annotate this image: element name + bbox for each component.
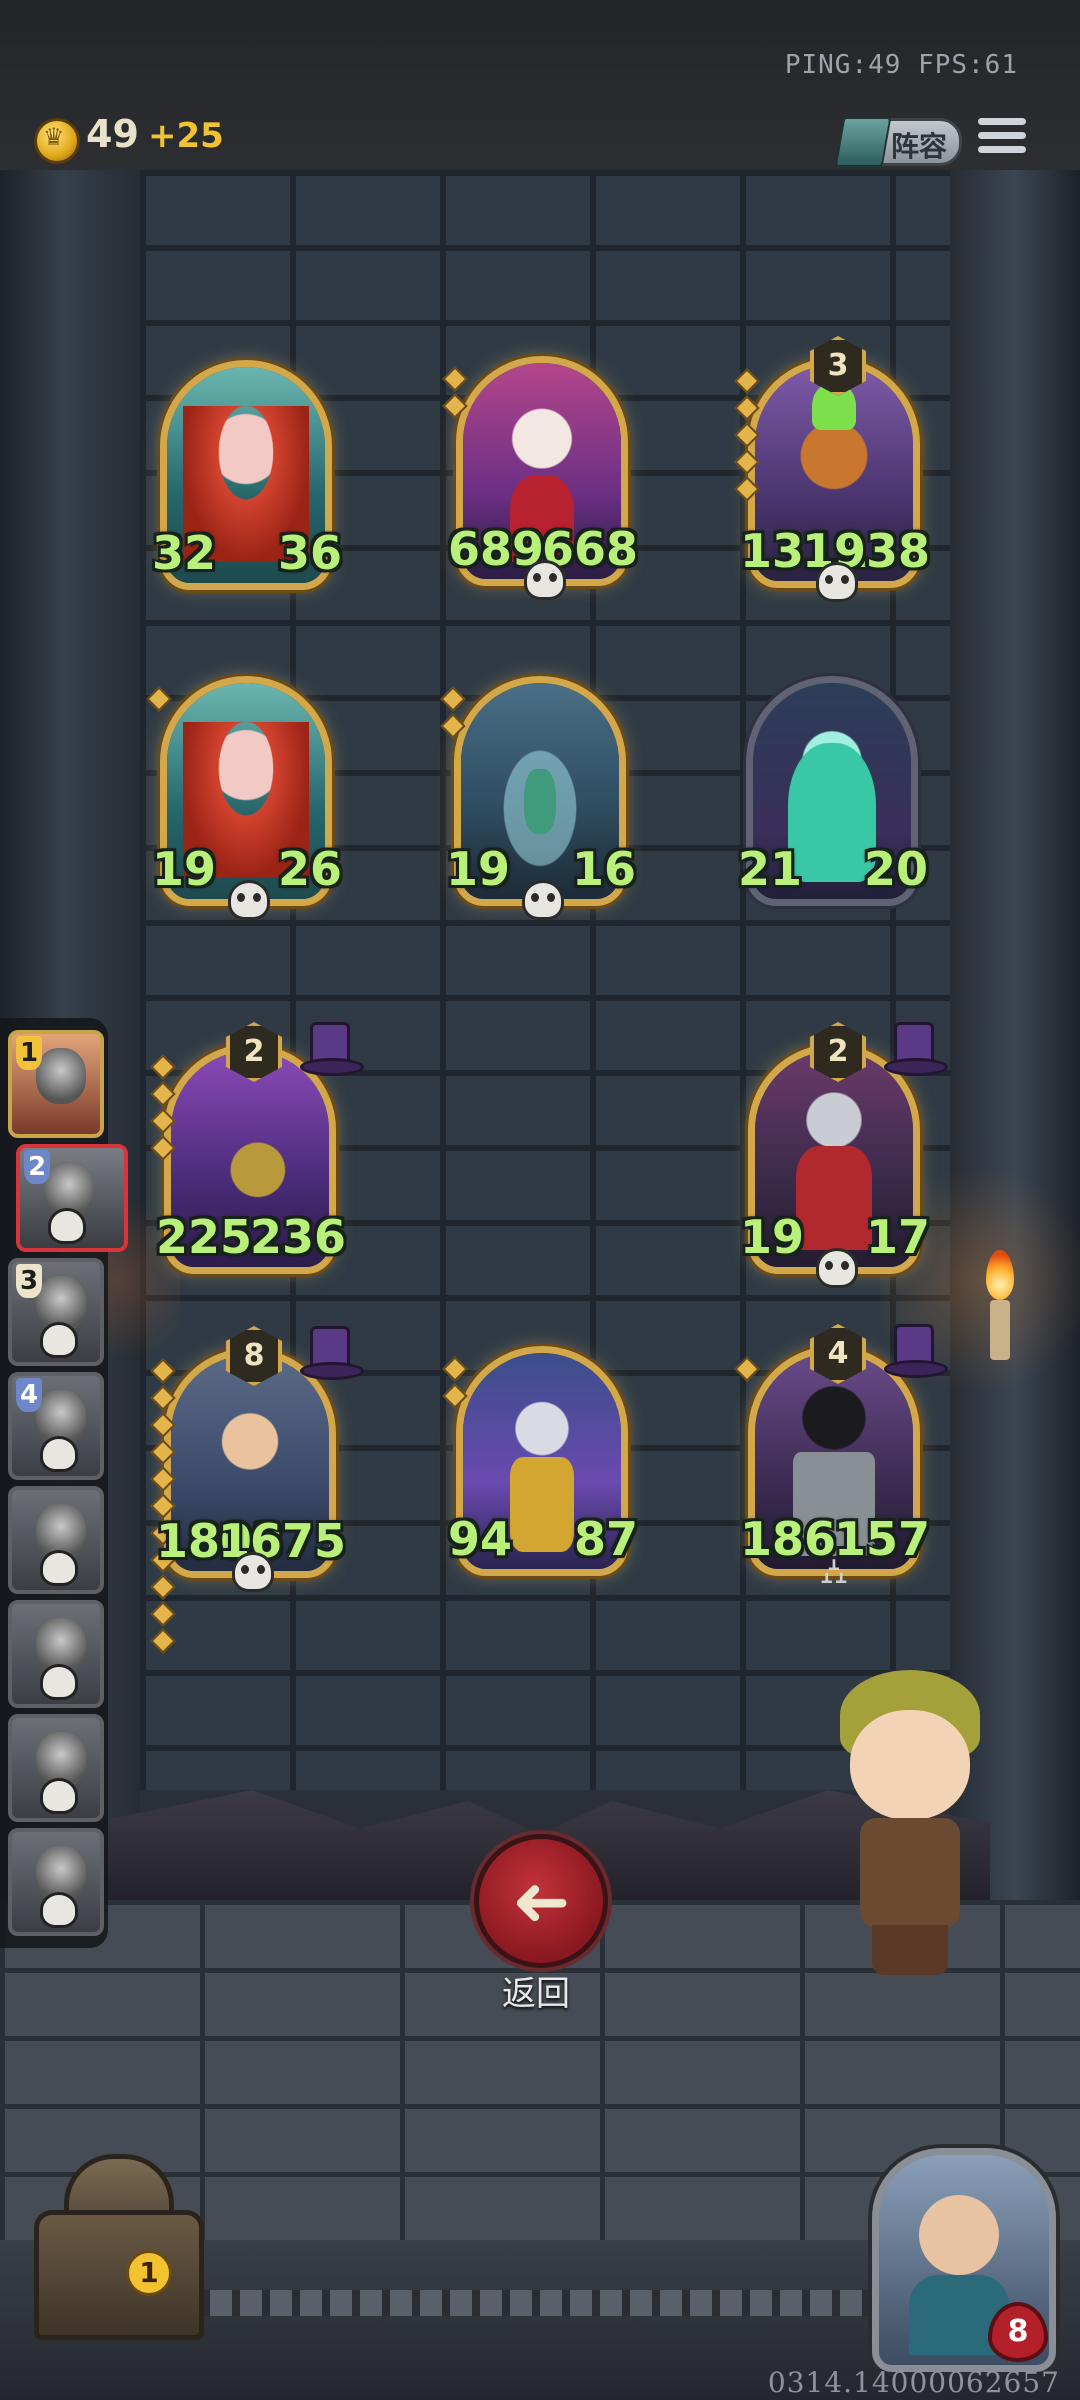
- treasure-chest-button[interactable]: 1: [14, 2150, 214, 2350]
- opponent-slot-8[interactable]: [8, 1828, 104, 1936]
- minion-health: 236: [249, 1210, 346, 1264]
- lineup-label: 阵容: [891, 130, 948, 163]
- minion-card-hooded-knight[interactable]: 2 19 17: [740, 1022, 948, 1288]
- opponent-rank: 3: [16, 1264, 42, 1298]
- build-version: 0314.14000062657: [767, 2366, 1060, 2399]
- ping-fps-readout: PING:49 FPS:61: [784, 50, 1018, 80]
- chest-count-badge: 1: [126, 2250, 172, 2296]
- opponent-list: 1 2 3 4: [0, 1018, 128, 1948]
- minion-health: 87: [573, 1512, 638, 1566]
- minion-card-clown[interactable]: 689 668: [442, 356, 638, 600]
- chain-decoration: [180, 2290, 900, 2316]
- minion-card-shield-bearer[interactable]: 4 186 157 ⛼: [734, 1324, 948, 1592]
- minion-attack: 32: [152, 526, 217, 580]
- wall-torch: [980, 1250, 1020, 1370]
- skull-icon: [40, 1436, 78, 1472]
- buff-pips: [146, 686, 172, 717]
- opponent-slot-1[interactable]: 1: [8, 1030, 104, 1138]
- opponent-slot-2[interactable]: 2: [16, 1144, 128, 1252]
- hamburger-icon: [978, 118, 1026, 125]
- minion-card-pumpkin-golem[interactable]: 3 1311 1938: [734, 336, 930, 602]
- opponent-slot-4[interactable]: 4: [8, 1372, 104, 1480]
- buff-pips: [734, 1356, 760, 1387]
- minion-health: 16: [571, 842, 636, 896]
- skull-icon: [48, 1208, 86, 1244]
- gold-income: +25: [148, 116, 224, 156]
- opponent-slot-5[interactable]: [8, 1486, 104, 1594]
- skull-icon: [40, 1892, 78, 1928]
- arrow-left-icon: ➜: [511, 1860, 571, 1942]
- minion-attack: 225: [156, 1210, 253, 1264]
- menu-button[interactable]: [978, 118, 1026, 158]
- skull-icon: [816, 562, 858, 602]
- skull-icon: [524, 560, 566, 600]
- skull-icon: [40, 1322, 78, 1358]
- minion-attack: 21: [738, 842, 803, 896]
- shopkeeper-character: [830, 1670, 990, 1980]
- top-hat-icon: [300, 1022, 364, 1078]
- opponent-rank: 4: [16, 1378, 42, 1412]
- buff-pips: [734, 368, 760, 507]
- minion-attack: 19: [152, 842, 217, 896]
- opponent-rank: 2: [24, 1150, 50, 1184]
- opponent-avatar: [36, 1048, 86, 1104]
- lineup-button[interactable]: 阵容: [834, 117, 962, 167]
- minion-health: 17: [865, 1210, 930, 1264]
- top-hat-icon: [884, 1324, 948, 1380]
- opponent-slot-3[interactable]: 3: [8, 1258, 104, 1366]
- opponent-slot-7[interactable]: [8, 1714, 104, 1822]
- skull-icon: [40, 1664, 78, 1700]
- back-button[interactable]: ➜: [474, 1834, 608, 1968]
- minion-attack: 94: [448, 1512, 513, 1566]
- skull-icon: [40, 1550, 78, 1586]
- buff-pips: [442, 1356, 468, 1414]
- skull-icon: [232, 1552, 274, 1592]
- tombstone-icon: ⛼: [819, 1551, 849, 1592]
- skull-icon: [40, 1778, 78, 1814]
- buff-pips: [442, 366, 468, 424]
- minion-card-treasure-mimic[interactable]: 2 225 236: [150, 1022, 364, 1274]
- back-label: 返回: [502, 1974, 570, 2014]
- book-icon: [834, 117, 892, 167]
- flame-icon: [986, 1250, 1014, 1300]
- buff-pips: [440, 686, 466, 744]
- minion-card-bottled-reader[interactable]: 19 16: [440, 676, 636, 920]
- minion-card-soldier[interactable]: 8 1803 1675: [150, 1326, 364, 1654]
- skull-icon: [816, 1248, 858, 1288]
- minion-attack: 19: [446, 842, 511, 896]
- top-hat-icon: [300, 1326, 364, 1382]
- opponent-slot-6[interactable]: [8, 1600, 104, 1708]
- skull-icon: [522, 880, 564, 920]
- minion-card-ghost-maiden[interactable]: 21 20: [738, 676, 928, 906]
- gold-amount: 49: [86, 112, 139, 156]
- minion-attack: 19: [740, 1210, 805, 1264]
- skull-icon: [228, 880, 270, 920]
- gold-coin-icon: [34, 118, 80, 164]
- top-hat-icon: [884, 1022, 948, 1078]
- buff-pips: [150, 1358, 176, 1659]
- buff-pips: [150, 1054, 176, 1166]
- minion-card-red-haired-siren[interactable]: 32 36: [152, 360, 342, 590]
- minion-health: 26: [277, 842, 342, 896]
- minion-health: 20: [863, 842, 928, 896]
- minion-card-paladin[interactable]: 94 87: [442, 1346, 638, 1576]
- minion-card-red-haired-siren-2[interactable]: 19 26: [146, 676, 342, 920]
- opponent-rank: 1: [16, 1036, 42, 1070]
- minion-health: 36: [277, 526, 342, 580]
